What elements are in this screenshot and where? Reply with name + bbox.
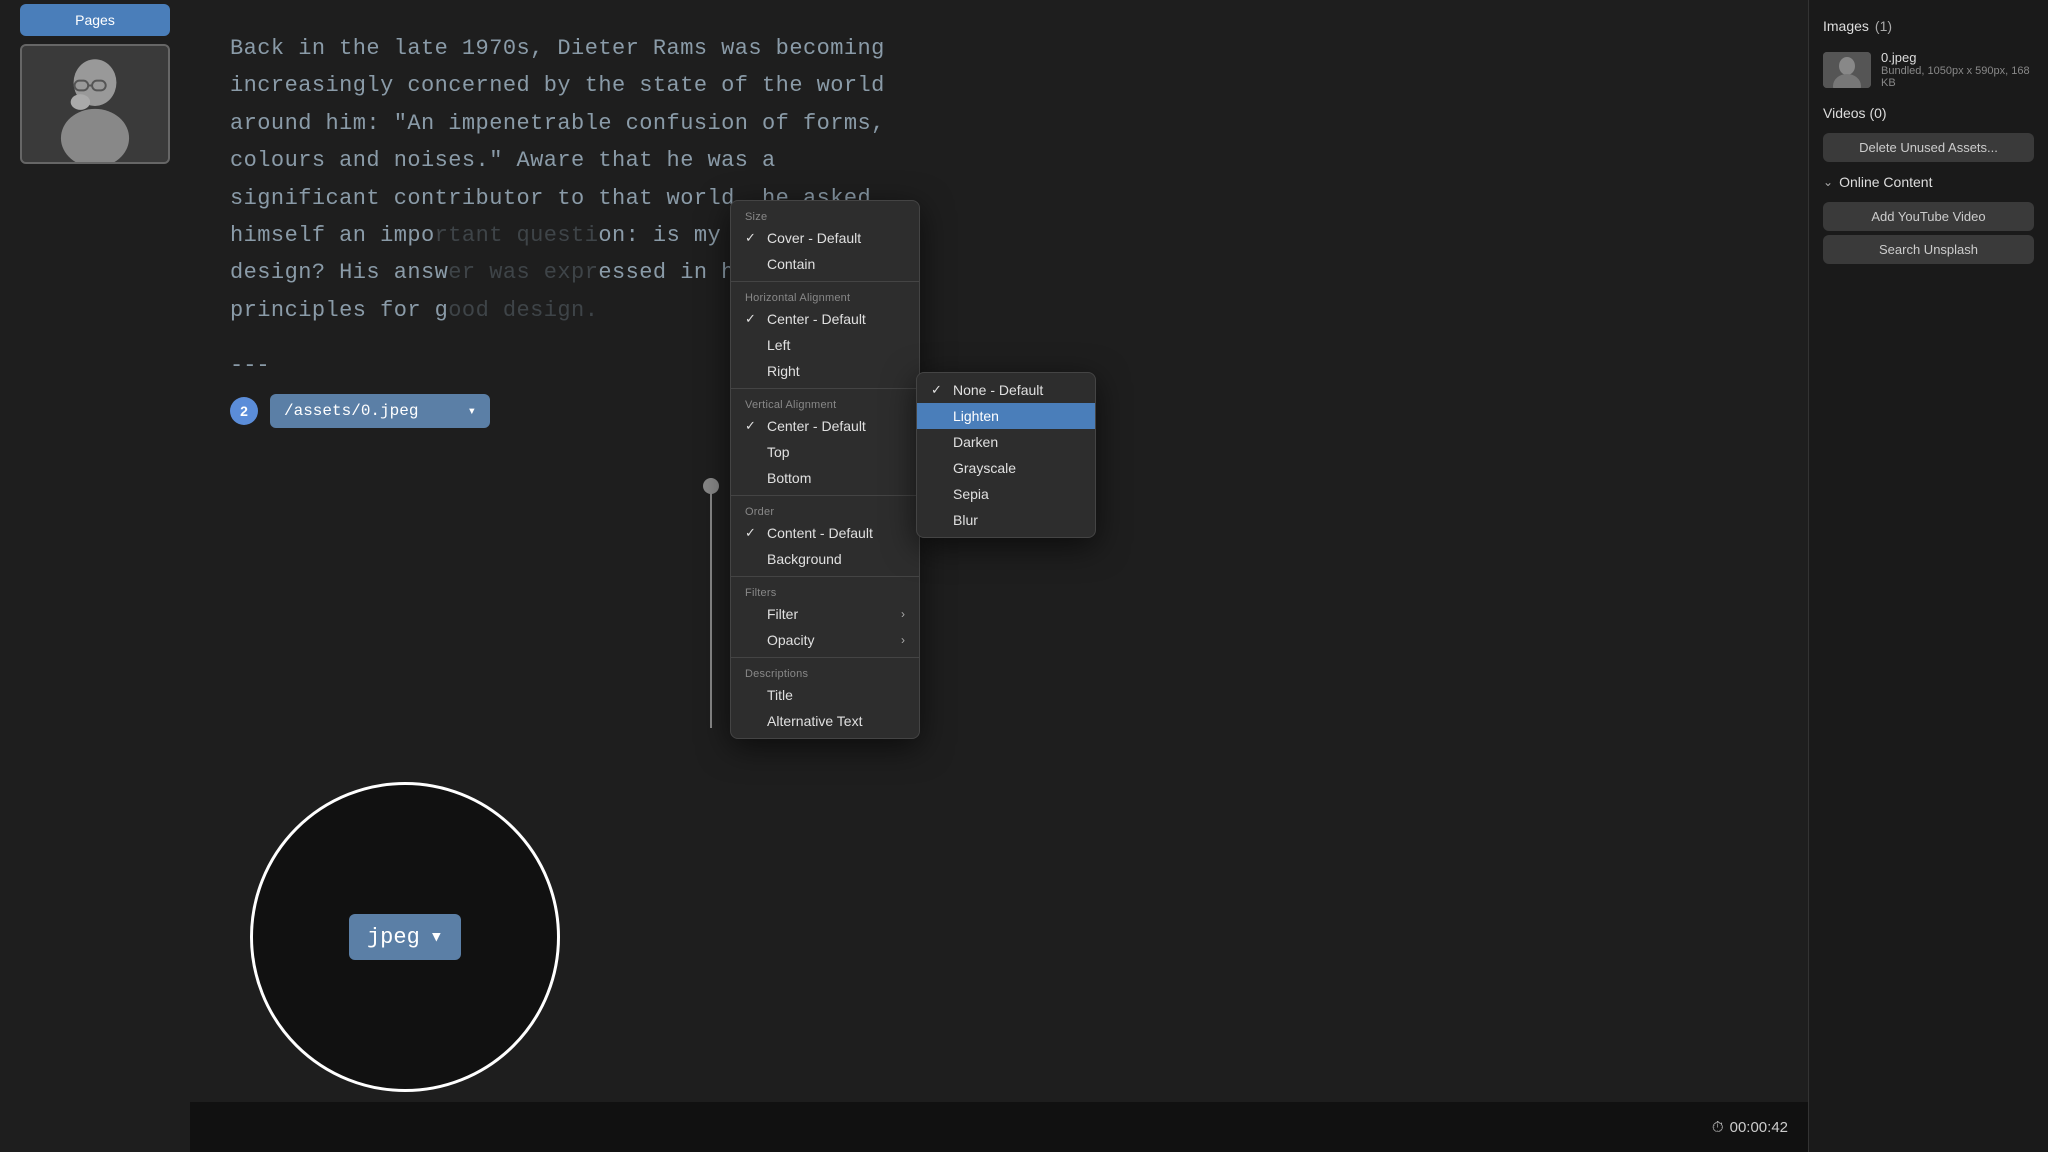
title-item[interactable]: Title <box>731 682 919 708</box>
asset-path-label: /assets/0.jpeg <box>284 402 418 420</box>
image-filename: 0.jpeg <box>1881 50 2034 65</box>
title-label: Title <box>767 687 793 703</box>
alt-text-item[interactable]: Alternative Text <box>731 708 919 734</box>
checkmark-icon: ✓ <box>745 418 761 434</box>
checkmark-icon: ✓ <box>745 230 761 246</box>
images-label: Images <box>1823 18 1869 34</box>
filter-blur-item[interactable]: Blur <box>917 507 1095 533</box>
order-section-label: Order <box>731 500 919 520</box>
online-content-label: Online Content <box>1839 174 1932 190</box>
filter-item[interactable]: Filter › <box>731 601 919 627</box>
order-content-item[interactable]: ✓ Content - Default <box>731 520 919 546</box>
page-thumbnail[interactable] <box>20 44 170 164</box>
asset-dropdown[interactable]: /assets/0.jpeg ▾ <box>270 394 490 428</box>
submenu-arrow-icon: › <box>901 607 905 621</box>
zoom-circle-inner: jpeg ▾ <box>349 914 461 960</box>
images-section-title: Images (1) <box>1809 10 2048 42</box>
order-content-label: Content - Default <box>767 525 873 541</box>
vert-align-section-label: Vertical Alignment <box>731 393 919 413</box>
filter-darken-label: Darken <box>953 434 998 450</box>
submenu-arrow-icon: › <box>901 633 905 647</box>
search-unsplash-button[interactable]: Search Unsplash <box>1823 235 2034 264</box>
vert-center-label: Center - Default <box>767 418 866 434</box>
step-badge: 2 <box>230 397 258 425</box>
main-editor: Back in the late 1970s, Dieter Rams was … <box>190 0 1808 1152</box>
filter-grayscale-item[interactable]: Grayscale <box>917 455 1095 481</box>
size-section-label: Size <box>731 205 919 225</box>
size-contain-item[interactable]: Contain <box>731 251 919 277</box>
online-content-section-title: ⌄ Online Content <box>1809 166 2048 198</box>
vert-top-label: Top <box>767 444 790 460</box>
size-cover-item[interactable]: ✓ Cover - Default <box>731 225 919 251</box>
descriptions-section-label: Descriptions <box>731 662 919 682</box>
horiz-left-item[interactable]: Left <box>731 332 919 358</box>
connector-line <box>710 478 712 728</box>
image-info: 0.jpeg Bundled, 1050px x 590px, 168 KB <box>1881 50 2034 89</box>
dropdown-arrow-icon: ▾ <box>468 403 476 420</box>
filter-none-label: None - Default <box>953 382 1043 398</box>
size-cover-label: Cover - Default <box>767 230 861 246</box>
horiz-left-label: Left <box>767 337 790 353</box>
timecode-value: 00:00:42 <box>1730 1119 1788 1136</box>
filter-grayscale-label: Grayscale <box>953 460 1016 476</box>
article-body: Back in the late 1970s, Dieter Rams was … <box>230 30 1768 329</box>
vert-bottom-label: Bottom <box>767 470 811 486</box>
horiz-right-label: Right <box>767 363 800 379</box>
right-panel: Images (1) 0.jpeg Bundled, 1050px x 590p… <box>1808 0 2048 1152</box>
videos-label: Videos <box>1823 105 1866 121</box>
filter-sepia-item[interactable]: Sepia <box>917 481 1095 507</box>
zoom-chevron-icon: ▾ <box>430 924 443 950</box>
horiz-center-label: Center - Default <box>767 311 866 327</box>
zoom-asset-label[interactable]: jpeg ▾ <box>349 914 461 960</box>
images-count: (1) <box>1875 18 1892 34</box>
filter-lighten-item[interactable]: Lighten <box>917 403 1095 429</box>
add-youtube-button[interactable]: Add YouTube Video <box>1823 202 2034 231</box>
filters-section-label: Filters <box>731 581 919 601</box>
vert-center-item[interactable]: ✓ Center - Default <box>731 413 919 439</box>
filter-label: Filter <box>767 606 798 622</box>
zoom-label-text: jpeg <box>367 925 420 950</box>
filter-darken-item[interactable]: Darken <box>917 429 1095 455</box>
filter-blur-label: Blur <box>953 512 978 528</box>
timecode-display: ⏱ 00:00:42 <box>1712 1119 1788 1136</box>
checkmark-icon: ✓ <box>931 382 947 398</box>
opacity-item[interactable]: Opacity › <box>731 627 919 653</box>
alt-text-label: Alternative Text <box>767 713 862 729</box>
videos-section-title: Videos (0) <box>1809 97 2048 129</box>
image-list-item[interactable]: 0.jpeg Bundled, 1050px x 590px, 168 KB <box>1809 42 2048 97</box>
horiz-align-section-label: Horizontal Alignment <box>731 286 919 306</box>
filter-none-item[interactable]: ✓ None - Default <box>917 377 1095 403</box>
checkmark-icon: ✓ <box>745 525 761 541</box>
videos-count: (0) <box>1869 105 1886 121</box>
vert-bottom-item[interactable]: Bottom <box>731 465 919 491</box>
left-sidebar: Pages <box>0 0 190 1152</box>
vert-top-item[interactable]: Top <box>731 439 919 465</box>
filter-sepia-label: Sepia <box>953 486 989 502</box>
image-metadata: Bundled, 1050px x 590px, 168 KB <box>1881 65 2034 89</box>
horiz-center-item[interactable]: ✓ Center - Default <box>731 306 919 332</box>
clock-icon: ⏱ <box>1712 1119 1724 1136</box>
checkmark-icon: ✓ <box>745 311 761 327</box>
zoom-circle: jpeg ▾ <box>250 782 560 1092</box>
image-thumbnail-small <box>1823 52 1871 88</box>
chevron-down-icon: ⌄ <box>1823 175 1833 189</box>
horiz-right-item[interactable]: Right <box>731 358 919 384</box>
order-background-item[interactable]: Background <box>731 546 919 572</box>
filter-lighten-label: Lighten <box>953 408 999 424</box>
timeline-bar: ⏱ 00:00:42 <box>190 1102 1808 1152</box>
pages-tab[interactable]: Pages <box>20 4 170 36</box>
size-contain-label: Contain <box>767 256 815 272</box>
delete-unused-button[interactable]: Delete Unused Assets... <box>1823 133 2034 162</box>
order-background-label: Background <box>767 551 842 567</box>
context-menu: Size ✓ Cover - Default Contain Horizonta… <box>730 200 920 739</box>
opacity-label: Opacity <box>767 632 814 648</box>
filter-submenu: ✓ None - Default Lighten Darken Grayscal… <box>916 372 1096 538</box>
